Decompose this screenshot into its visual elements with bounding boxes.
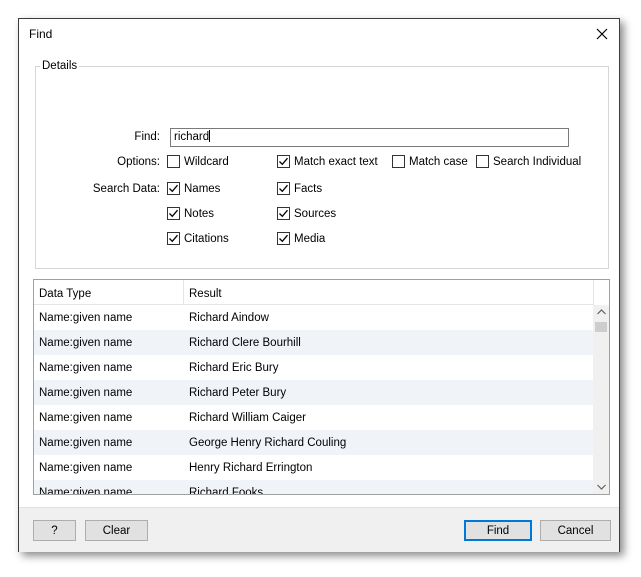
grid-rows: Name:given name Richard Aindow Name:given…: [34, 305, 594, 495]
data-type-cell: Name:given name: [39, 437, 133, 449]
match-exact-text-label: Match exact text: [294, 155, 378, 168]
facts-checkbox[interactable]: Facts: [277, 182, 322, 195]
checkmark-icon: [169, 234, 178, 243]
search-individual-checkbox[interactable]: Search Individual: [476, 155, 581, 168]
details-legend: Details: [40, 60, 80, 72]
result-cell: Henry Richard Errington: [189, 462, 313, 474]
text-caret: [209, 130, 211, 142]
facts-label: Facts: [294, 182, 323, 195]
media-checkbox[interactable]: Media: [277, 232, 325, 245]
result-cell: Richard Peter Bury: [189, 387, 287, 399]
match-case-checkbox[interactable]: Match case: [392, 155, 468, 168]
vertical-scrollbar[interactable]: [593, 305, 609, 494]
table-row[interactable]: Name:given name Richard Fooks: [34, 480, 594, 495]
citations-label: Citations: [184, 232, 229, 245]
close-icon: [596, 28, 608, 40]
chevron-down-icon: [596, 484, 606, 490]
results-grid: Data Type Result Name:given name Richard …: [33, 279, 610, 495]
data-type-cell: Name:given name: [39, 387, 133, 399]
table-row[interactable]: Name:given name Richard Eric Bury: [34, 355, 594, 380]
checkmark-icon: [279, 234, 288, 243]
checkmark-icon: [279, 184, 288, 193]
button-bar: ? Clear Find Cancel: [19, 507, 619, 552]
search-individual-label: Search Individual: [493, 155, 582, 168]
sources-label: Sources: [294, 207, 337, 220]
search-data-label: Search Data:: [92, 183, 160, 195]
notes-label: Notes: [184, 207, 215, 220]
data-type-cell: Name:given name: [39, 312, 133, 324]
checkmark-icon: [279, 157, 288, 166]
scroll-thumb[interactable]: [595, 322, 607, 332]
result-cell: Richard Eric Bury: [189, 362, 279, 374]
result-cell: Richard Clere Bourhill: [189, 337, 301, 349]
names-label: Names: [184, 182, 221, 195]
citations-checkbox[interactable]: Citations: [167, 232, 229, 245]
checkbox-box: [277, 155, 290, 168]
table-row[interactable]: Name:given name George Henry Richard Coul…: [34, 430, 594, 455]
wildcard-label: Wildcard: [184, 155, 229, 168]
column-header-data-type[interactable]: Data Type: [34, 280, 184, 305]
data-type-cell: Name:given name: [39, 362, 133, 374]
find-input-value: richard: [174, 131, 210, 143]
find-input[interactable]: richard: [170, 128, 569, 147]
match-exact-text-checkbox[interactable]: Match exact text: [277, 155, 378, 168]
help-button[interactable]: ?: [33, 520, 76, 541]
checkbox-box: [167, 232, 180, 245]
data-type-cell: Name:given name: [39, 412, 133, 424]
table-row[interactable]: Name:given name Richard Clere Bourhill: [34, 330, 594, 355]
table-row[interactable]: Name:given name Richard Peter Bury: [34, 380, 594, 405]
match-case-label: Match case: [409, 155, 468, 168]
grid-header: Data Type Result: [34, 280, 594, 305]
checkmark-icon: [169, 184, 178, 193]
notes-checkbox[interactable]: Notes: [167, 207, 214, 220]
checkbox-box: [167, 182, 180, 195]
table-row[interactable]: Name:given name Richard William Caiger: [34, 405, 594, 430]
find-button[interactable]: Find: [464, 520, 532, 541]
result-cell: Richard William Caiger: [189, 412, 306, 424]
checkmark-icon: [279, 209, 288, 218]
checkbox-box: [277, 232, 290, 245]
column-header-result[interactable]: Result: [184, 280, 594, 305]
names-checkbox[interactable]: Names: [167, 182, 220, 195]
cancel-button[interactable]: Cancel: [540, 520, 611, 541]
media-label: Media: [294, 232, 326, 245]
chevron-up-icon: [596, 309, 606, 315]
data-type-cell: Name:given name: [39, 487, 133, 495]
sources-checkbox[interactable]: Sources: [277, 207, 336, 220]
checkbox-box: [392, 155, 405, 168]
find-dialog: Find Details Find: richard Options: Sear…: [18, 18, 620, 552]
checkmark-icon: [169, 209, 178, 218]
data-type-cell: Name:given name: [39, 337, 133, 349]
result-cell: George Henry Richard Couling: [189, 437, 347, 449]
checkbox-box: [476, 155, 489, 168]
checkbox-box: [277, 207, 290, 220]
clear-button[interactable]: Clear: [85, 520, 148, 541]
find-label: Find:: [134, 131, 160, 143]
checkbox-box: [167, 155, 180, 168]
result-cell: Richard Aindow: [189, 312, 269, 324]
details-group: Details Find: richard Options: Search Da…: [35, 60, 609, 269]
checkbox-box: [277, 182, 290, 195]
table-row[interactable]: Name:given name Richard Aindow: [34, 305, 594, 330]
result-cell: Richard Fooks: [189, 487, 264, 495]
window-title: Find: [29, 27, 53, 41]
title-bar: Find: [19, 19, 619, 49]
data-type-cell: Name:given name: [39, 462, 133, 474]
scroll-up-button[interactable]: [593, 305, 609, 319]
options-label: Options:: [117, 156, 160, 168]
wildcard-checkbox[interactable]: Wildcard: [167, 155, 229, 168]
table-row[interactable]: Name:given name Henry Richard Errington: [34, 455, 594, 480]
close-button[interactable]: [591, 23, 613, 45]
checkbox-box: [167, 207, 180, 220]
scroll-down-button[interactable]: [593, 480, 609, 494]
